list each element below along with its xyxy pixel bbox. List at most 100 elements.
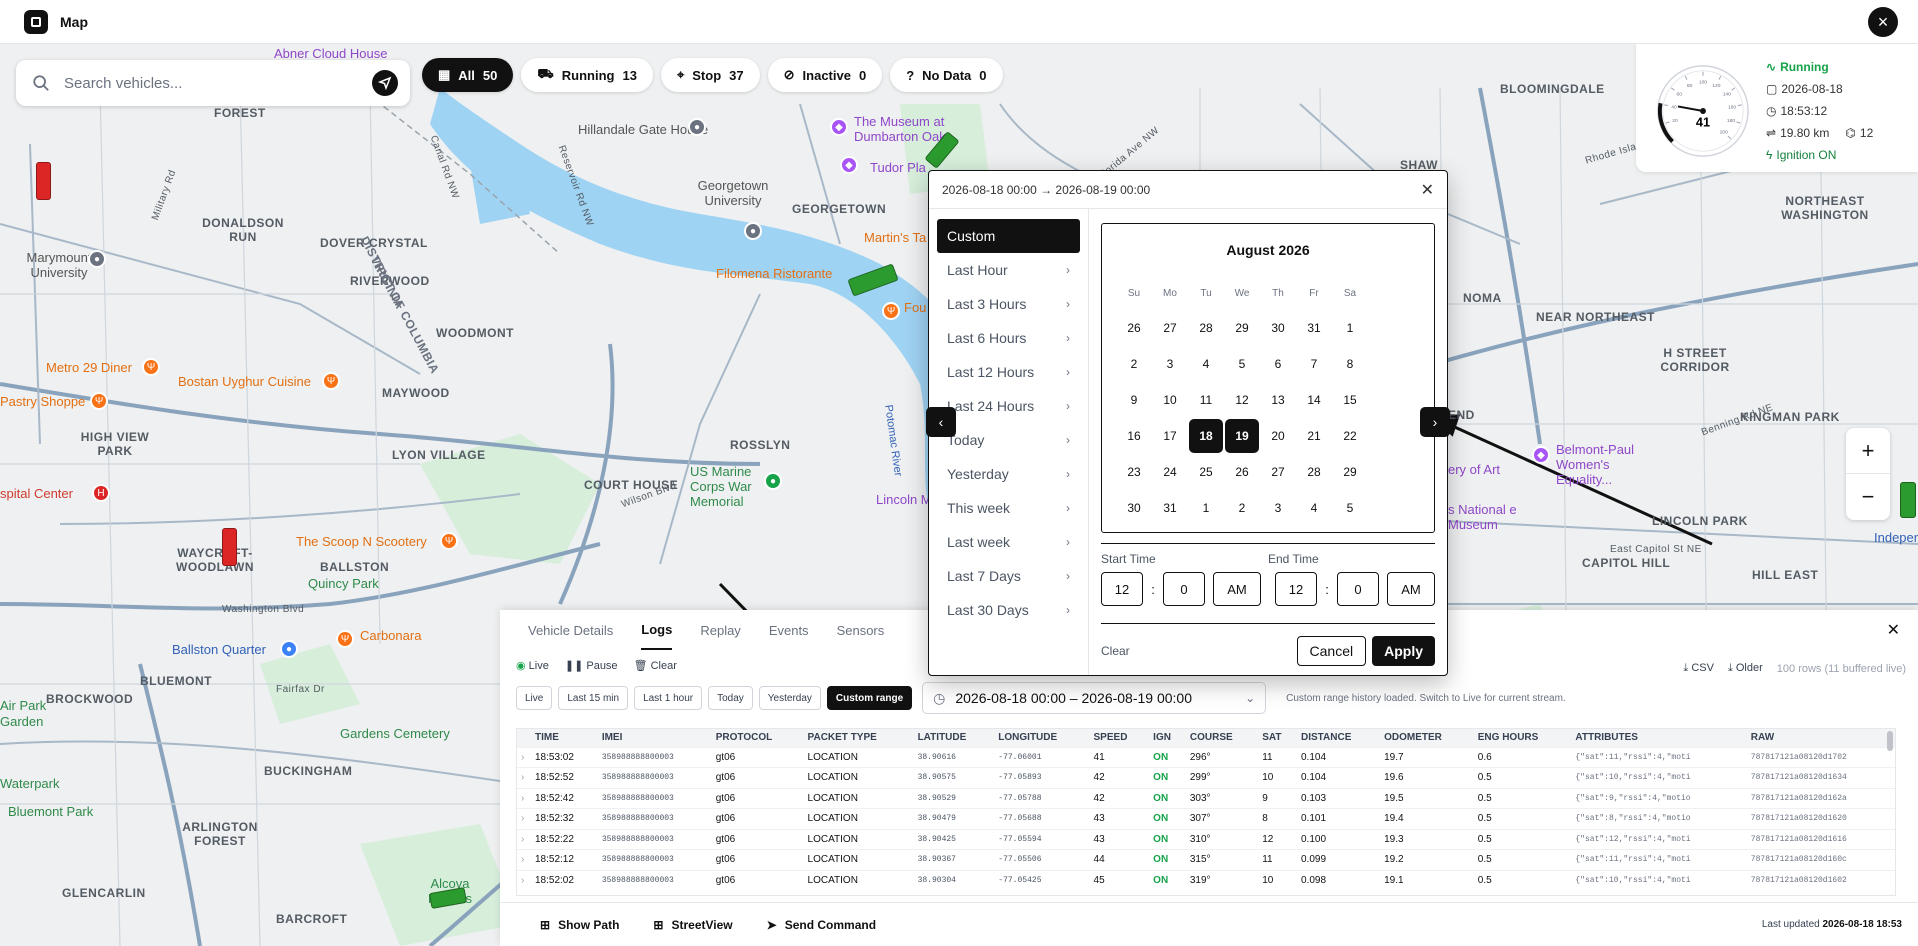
column-header[interactable]: COURSE <box>1186 729 1258 747</box>
poi-label[interactable]: Belmont-Paul Women's Equality... <box>1556 442 1666 487</box>
poi-label[interactable]: Abner Cloud House <box>274 46 387 61</box>
calendar-day[interactable]: 30 <box>1260 310 1296 346</box>
poi-label[interactable]: Gardens Cemetery <box>340 726 450 741</box>
calendar-day[interactable]: 26 <box>1224 454 1260 490</box>
poi-label[interactable]: Martin's Ta <box>864 230 926 245</box>
restaurant-icon[interactable]: Ψ <box>440 532 458 550</box>
calendar-day[interactable]: 5 <box>1224 346 1260 382</box>
vehicle-marker-running[interactable] <box>1900 482 1916 518</box>
range-button[interactable]: Custom range <box>826 686 913 710</box>
calendar-day[interactable]: 20 <box>1260 418 1296 454</box>
preset-item[interactable]: Last 30 Days › <box>937 593 1080 627</box>
poi-label[interactable]: Quincy Park <box>308 576 379 591</box>
poi-label[interactable]: Waterpark <box>0 776 59 791</box>
chevron-right-icon[interactable]: › <box>517 828 531 850</box>
chevron-right-icon[interactable]: › <box>517 849 531 870</box>
poi-label[interactable]: Georgetown University <box>688 178 778 208</box>
calendar-day[interactable]: 21 <box>1296 418 1332 454</box>
pause-button[interactable]: ❚❚ Pause <box>565 659 618 672</box>
column-header[interactable]: DISTANCE <box>1297 729 1380 747</box>
filter-inactive[interactable]: ⊘ Inactive 0 <box>767 58 883 92</box>
museum-icon[interactable]: ◆ <box>830 118 848 136</box>
filter-running[interactable]: ⛟ Running 13 <box>521 58 653 92</box>
vehicle-marker-stopped[interactable] <box>222 528 237 566</box>
poi-label[interactable]: Bluemont Park <box>8 804 93 819</box>
table-row[interactable]: › 18:52:02 358988888800003 gt06 LOCATION 38.9… <box>517 869 1895 891</box>
range-select[interactable]: ◷ 2026-08-18 00:00 – 2026-08-19 00:00 ⌄ <box>922 682 1267 714</box>
poi-label[interactable]: Filomena Ristorante <box>716 266 832 281</box>
poi-label[interactable]: Lincoln M <box>876 492 932 507</box>
search-input[interactable] <box>64 74 354 92</box>
poi-label[interactable]: Carbonara <box>360 628 421 643</box>
send-command-button[interactable]: ➤ Send Command <box>767 918 876 932</box>
calendar-day[interactable]: 4 <box>1296 490 1332 526</box>
calendar-day[interactable]: 24 <box>1152 454 1188 490</box>
column-header[interactable]: TIME <box>531 729 598 747</box>
show-path-button[interactable]: ⊞ Show Path <box>540 918 619 932</box>
poi-label[interactable]: Air Park <box>0 698 46 713</box>
poi-label[interactable]: Tudor Pla <box>870 160 926 175</box>
filter-stop[interactable]: ⌖ Stop 37 <box>660 58 760 92</box>
calendar-day[interactable]: 23 <box>1116 454 1152 490</box>
column-header[interactable]: LATITUDE <box>914 729 995 747</box>
zoom-in-button[interactable]: + <box>1846 428 1890 474</box>
table-row[interactable]: › 18:52:52 358988888800003 gt06 LOCATION 38.9… <box>517 767 1895 788</box>
start-ampm-select[interactable]: AM <box>1213 572 1261 606</box>
calendar-day[interactable]: 2 <box>1224 490 1260 526</box>
tab-sensors[interactable]: Sensors <box>837 610 885 650</box>
calendar-day[interactable]: 28 <box>1188 310 1224 346</box>
calendar-day[interactable]: 31 <box>1152 490 1188 526</box>
locate-button[interactable] <box>372 70 398 96</box>
calendar-day[interactable]: 28 <box>1296 454 1332 490</box>
older-button[interactable]: ⤓ Older <box>1728 662 1763 675</box>
close-icon[interactable]: ✕ <box>1421 180 1434 200</box>
street-view-button[interactable]: ⊞ StreetView <box>653 918 732 932</box>
tab-replay[interactable]: Replay <box>700 610 740 650</box>
university-icon[interactable]: ● <box>88 250 106 268</box>
restaurant-icon[interactable]: Ψ <box>336 630 354 648</box>
calendar-day[interactable]: 2 <box>1116 346 1152 382</box>
calendar-day[interactable]: 26 <box>1116 310 1152 346</box>
preset-item[interactable]: Last Hour › <box>937 253 1080 287</box>
column-header[interactable]: SAT <box>1258 729 1297 747</box>
chevron-right-icon[interactable]: › <box>517 746 531 768</box>
column-header[interactable]: LONGITUDE <box>994 729 1089 747</box>
calendar-day[interactable]: 30 <box>1116 490 1152 526</box>
start-hour-input[interactable]: 12 <box>1101 572 1143 606</box>
university-icon[interactable]: ● <box>744 222 762 240</box>
preset-item[interactable]: Last 3 Hours › <box>937 287 1080 321</box>
tab-logs[interactable]: Logs <box>641 610 673 650</box>
calendar-day[interactable]: 16 <box>1116 418 1152 454</box>
range-button[interactable]: Live <box>516 686 553 710</box>
calendar-day[interactable]: 9 <box>1116 382 1152 418</box>
poi-label[interactable]: spital Center <box>0 486 73 501</box>
poi-label[interactable]: s National e Museum <box>1448 502 1538 532</box>
restaurant-icon[interactable]: Ψ <box>90 392 108 410</box>
calendar-day[interactable]: 29 <box>1224 310 1260 346</box>
zoom-out-button[interactable]: − <box>1846 474 1890 520</box>
range-button[interactable]: Last 15 min <box>558 686 629 710</box>
column-header[interactable]: RAW <box>1747 729 1895 747</box>
poi-label[interactable]: Pastry Shoppe <box>0 394 85 409</box>
memorial-icon[interactable]: ● <box>764 472 782 490</box>
calendar-day-selected[interactable]: 19 <box>1225 419 1259 453</box>
close-icon[interactable]: × <box>1868 7 1898 37</box>
chevron-right-icon[interactable]: › <box>517 767 531 788</box>
poi-label[interactable]: Fou <box>904 300 926 315</box>
end-ampm-select[interactable]: AM <box>1387 572 1435 606</box>
preset-item[interactable]: Custom <box>937 219 1080 253</box>
calendar-day[interactable]: 27 <box>1152 310 1188 346</box>
range-button[interactable]: Today <box>708 686 753 710</box>
preset-item[interactable]: Last 12 Hours › <box>937 355 1080 389</box>
prev-month-button[interactable]: ‹ <box>926 407 956 437</box>
column-header[interactable]: ODOMETER <box>1380 729 1474 747</box>
clear-logs-button[interactable]: 🗑 Clear <box>634 659 677 672</box>
calendar-day[interactable]: 1 <box>1188 490 1224 526</box>
landmark-icon[interactable]: ● <box>688 118 706 136</box>
preset-item[interactable]: Today › <box>937 423 1080 457</box>
calendar-day[interactable]: 31 <box>1296 310 1332 346</box>
calendar-day[interactable]: 15 <box>1332 382 1368 418</box>
column-header[interactable]: IGN <box>1149 729 1186 747</box>
table-row[interactable]: › 18:52:42 358988888800003 gt06 LOCATION 38.9… <box>517 787 1895 809</box>
start-minute-input[interactable]: 0 <box>1163 572 1205 606</box>
